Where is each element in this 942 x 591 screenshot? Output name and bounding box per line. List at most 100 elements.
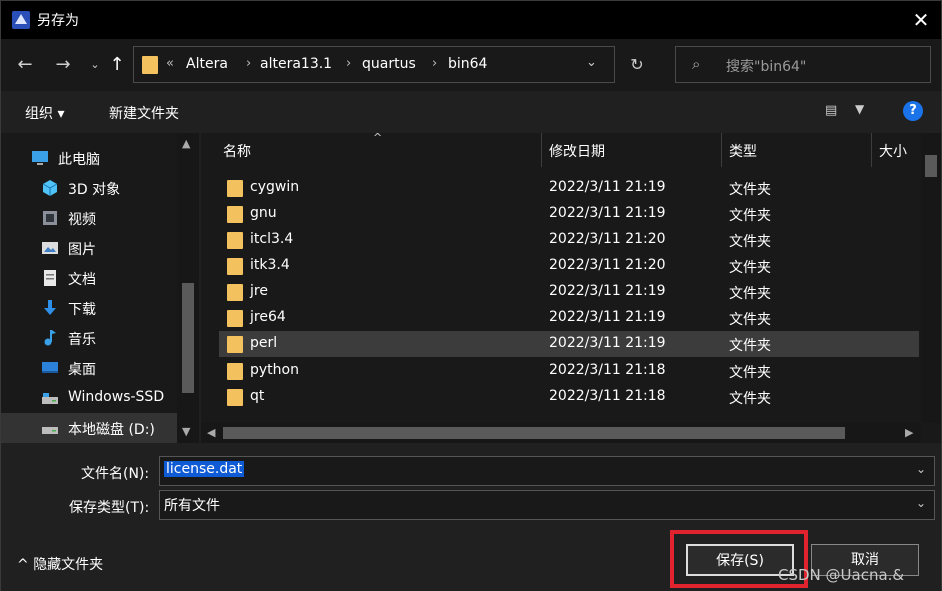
chevron-down-icon[interactable]: ⌄ <box>916 462 926 476</box>
sidebar-item-label: 音乐 <box>68 332 96 348</box>
search-box[interactable]: ⌕ 搜索"bin64" <box>675 46 931 83</box>
breadcrumb-item[interactable]: bin64 <box>448 56 487 72</box>
chevron-down-icon[interactable]: ⌄ <box>586 55 597 70</box>
scroll-down-icon[interactable]: ▼ <box>182 425 190 438</box>
column-header-size[interactable]: 大小 <box>879 141 907 161</box>
sidebar-item-windows-ssd[interactable]: Windows-SSD <box>1 383 177 413</box>
file-row[interactable]: itk3.4 2022/3/11 21:20 文件夹 <box>219 253 919 279</box>
chevron-right-icon[interactable]: › <box>246 56 251 71</box>
sidebar-item-label: 3D 对象 <box>68 182 121 198</box>
column-divider[interactable] <box>541 133 542 167</box>
breadcrumb-overflow[interactable]: « <box>166 56 174 71</box>
file-date: 2022/3/11 21:18 <box>549 388 666 404</box>
computer-icon <box>32 151 48 165</box>
sidebar-item-desktop[interactable]: 桌面 <box>1 353 177 383</box>
chevron-right-icon[interactable]: › <box>346 56 351 71</box>
sidebar-item-music[interactable]: 音乐 <box>1 323 177 353</box>
breadcrumb-item[interactable]: altera13.1 <box>260 56 332 72</box>
file-type: 文件夹 <box>729 391 771 407</box>
file-list-horizontal-scrollbar[interactable]: ◀ ▶ <box>201 423 921 443</box>
file-date: 2022/3/11 21:19 <box>549 309 666 325</box>
file-row-selected[interactable]: perl 2022/3/11 21:19 文件夹 <box>219 331 919 357</box>
file-row[interactable]: python 2022/3/11 21:18 文件夹 <box>219 358 919 384</box>
sidebar-item-label: 本地磁盘 (D:) <box>68 422 155 438</box>
folder-icon <box>227 389 243 406</box>
file-name: itcl3.4 <box>250 231 294 247</box>
file-row[interactable]: jre 2022/3/11 21:19 文件夹 <box>219 279 919 305</box>
cube-icon <box>42 180 58 196</box>
chevron-right-icon[interactable]: › <box>432 56 437 71</box>
sidebar-scrollbar-thumb[interactable] <box>182 283 194 393</box>
file-row[interactable]: qt 2022/3/11 21:18 文件夹 <box>219 384 919 410</box>
column-header-date[interactable]: 修改日期 <box>549 141 605 161</box>
sidebar-item-local-disk-d[interactable]: 本地磁盘 (D:) <box>1 413 177 443</box>
up-arrow-icon[interactable]: ↑ <box>105 53 129 77</box>
filename-value[interactable]: license.dat <box>164 461 245 477</box>
sidebar-item-documents[interactable]: 文档 <box>1 263 177 293</box>
column-divider[interactable] <box>721 133 722 167</box>
breadcrumb-item[interactable]: Altera <box>186 56 228 72</box>
hide-folders-toggle[interactable]: ^ 隐藏文件夹 <box>17 554 103 574</box>
help-icon[interactable]: ? <box>903 101 923 121</box>
recent-locations-chevron-icon[interactable]: ⌄ <box>83 53 107 77</box>
file-name: gnu <box>250 205 277 221</box>
filetype-label: 保存类型(T): <box>69 500 150 516</box>
chevron-down-icon[interactable]: ▼ <box>855 102 864 116</box>
filename-input[interactable]: license.dat ⌄ <box>159 456 935 486</box>
horizontal-scrollbar-thumb[interactable] <box>223 427 845 439</box>
folder-icon <box>227 206 243 223</box>
refresh-icon[interactable]: ↻ <box>619 46 655 83</box>
breadcrumb-item[interactable]: quartus <box>362 56 416 72</box>
search-placeholder: 搜索"bin64" <box>726 59 807 75</box>
file-row[interactable]: gnu 2022/3/11 21:19 文件夹 <box>219 201 919 227</box>
scroll-up-icon[interactable]: ▲ <box>182 137 190 150</box>
sidebar-item-this-pc[interactable]: 此电脑 <box>1 143 177 173</box>
back-arrow-icon[interactable]: ← <box>13 53 37 77</box>
file-name: jre <box>250 283 268 299</box>
file-row[interactable]: cygwin 2022/3/11 21:19 文件夹 <box>219 175 919 201</box>
folder-icon <box>227 284 243 301</box>
folder-icon <box>227 363 243 380</box>
file-name: jre64 <box>250 309 286 325</box>
sidebar-item-videos[interactable]: 视频 <box>1 203 177 233</box>
scroll-right-icon[interactable]: ▶ <box>905 426 913 439</box>
organize-button[interactable]: 组织 ▾ <box>25 103 64 123</box>
navigation-pane: 此电脑 3D 对象 视频 图片 文档 下载 音乐 桌面 Windows-SSD … <box>1 133 199 443</box>
forward-arrow-icon[interactable]: → <box>51 53 75 77</box>
sidebar-item-pictures[interactable]: 图片 <box>1 233 177 263</box>
new-folder-button[interactable]: 新建文件夹 <box>109 103 179 123</box>
file-name: perl <box>250 335 278 351</box>
file-type: 文件夹 <box>729 286 771 302</box>
sidebar-item-downloads[interactable]: 下载 <box>1 293 177 323</box>
close-icon[interactable]: ✕ <box>905 5 937 35</box>
file-row[interactable]: itcl3.4 2022/3/11 21:20 文件夹 <box>219 227 919 253</box>
sidebar-item-3d-objects[interactable]: 3D 对象 <box>1 173 177 203</box>
file-type: 文件夹 <box>729 338 771 354</box>
folder-icon <box>227 258 243 275</box>
file-list-vertical-scrollbar[interactable] <box>921 133 941 423</box>
window-title: 另存为 <box>37 13 79 29</box>
sidebar-item-label: 此电脑 <box>58 152 100 168</box>
sidebar-item-label: 文档 <box>68 272 96 288</box>
chevron-down-icon[interactable]: ⌄ <box>916 496 926 510</box>
column-header-type[interactable]: 类型 <box>729 141 757 161</box>
sidebar-item-label: 图片 <box>68 242 96 258</box>
vertical-scrollbar-thumb[interactable] <box>925 155 937 177</box>
chevron-up-icon: ^ <box>17 557 34 573</box>
sidebar-scrollbar[interactable]: ▲ ▼ <box>177 133 199 443</box>
sidebar-item-label: Windows-SSD <box>68 389 165 405</box>
document-icon <box>44 270 56 286</box>
column-divider[interactable] <box>871 133 872 167</box>
file-row[interactable]: jre64 2022/3/11 21:19 文件夹 <box>219 305 919 331</box>
filetype-select[interactable]: 所有文件 ⌄ <box>159 490 935 520</box>
file-type: 文件夹 <box>729 260 771 276</box>
address-bar[interactable]: « Altera › altera13.1 › quartus › bin64 … <box>133 46 615 83</box>
view-options-icon[interactable]: ▤ <box>825 103 845 119</box>
drive-icon <box>42 427 58 434</box>
title-bar: 另存为 ✕ <box>1 1 941 39</box>
sidebar-item-label: 视频 <box>68 212 96 228</box>
file-date: 2022/3/11 21:19 <box>549 179 666 195</box>
column-header-name[interactable]: 名称 <box>223 141 251 161</box>
file-date: 2022/3/11 21:20 <box>549 257 666 273</box>
scroll-left-icon[interactable]: ◀ <box>207 426 215 439</box>
